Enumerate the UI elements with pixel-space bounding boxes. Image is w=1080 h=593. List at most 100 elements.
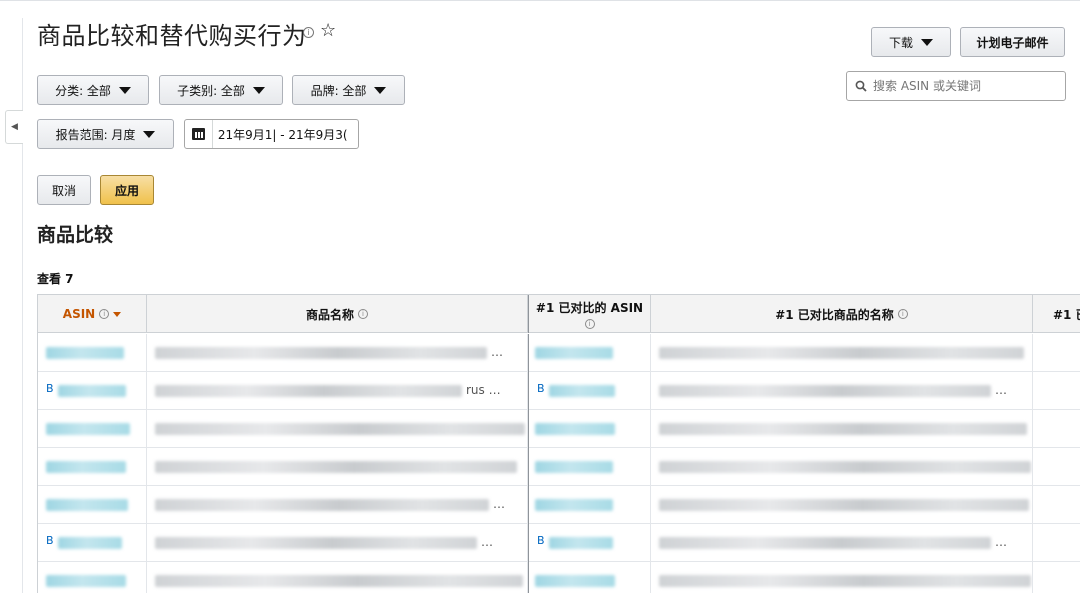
view-count: 查看 7 [37, 272, 74, 286]
compared-name-cell [651, 562, 1033, 593]
star-icon[interactable]: ☆ [320, 20, 336, 41]
asin-cell: B [38, 372, 147, 410]
product-name-cell [147, 448, 528, 486]
product-name-cell: … [147, 334, 528, 372]
caret-down-icon [374, 86, 387, 94]
compared-asin-link[interactable] [535, 461, 613, 473]
next-column-cell [1033, 562, 1080, 593]
compared-name-cell: … [651, 372, 1033, 410]
product-name-ellipsis: … [491, 345, 503, 359]
column-header-label: 商品名称 [305, 307, 354, 322]
comparison-table: ASIN i 商品名称 i #1 已对比的 ASIN i #1 已对比商品的名称… [37, 294, 1080, 593]
compared-name-cell [651, 448, 1033, 486]
compared-asin-cell: B [528, 524, 651, 562]
asin-link[interactable] [58, 385, 126, 397]
column-header-compared-name[interactable]: #1 已对比商品的名称 i [651, 295, 1033, 333]
table-body: … Brus … B…… B… B… [38, 334, 1080, 593]
product-name-text [155, 423, 525, 435]
report-range-label: 报告范围: 月度 [55, 127, 136, 142]
asin-link[interactable] [46, 575, 126, 587]
table-row[interactable] [38, 410, 1080, 448]
compared-name-text [659, 423, 1027, 435]
compared-asin-link[interactable] [535, 423, 615, 435]
asin-link[interactable] [46, 347, 124, 359]
asin-prefix: B [46, 382, 54, 395]
compared-asin-prefix: B [537, 382, 545, 395]
column-header-label: #1 已对比商品的名称 [775, 307, 894, 322]
compared-name-ellipsis: … [995, 535, 1007, 549]
calendar-button[interactable] [185, 120, 213, 148]
product-name-ellipsis: … [481, 535, 493, 549]
table-row[interactable]: … [38, 486, 1080, 524]
next-column-cell [1033, 372, 1080, 410]
table-row[interactable] [38, 448, 1080, 486]
subcategory-filter-label: 子类别: 全部 [177, 83, 245, 98]
column-header-label: #1 已对比的 ASIN [535, 301, 644, 315]
compared-name-text [659, 385, 991, 397]
compared-asin-link[interactable] [535, 347, 613, 359]
compared-asin-cell [528, 486, 651, 524]
info-icon[interactable]: i [99, 309, 110, 319]
product-name-ellipsis: rus … [466, 383, 501, 397]
compared-name-text [659, 347, 1024, 359]
date-range-value[interactable]: 21年9月1| - 21年9月3( [213, 126, 358, 143]
compared-asin-link[interactable] [535, 575, 615, 587]
brand-filter-label: 品牌: 全部 [310, 83, 367, 98]
info-icon[interactable]: i [584, 319, 595, 329]
report-range-dropdown[interactable]: 报告范围: 月度 [37, 119, 174, 149]
collapse-sidebar-button[interactable]: ◀ [5, 110, 23, 144]
compared-asin-link[interactable] [549, 537, 613, 549]
section-title: 商品比较 [37, 224, 114, 246]
compared-asin-link[interactable] [549, 385, 615, 397]
product-name-cell [147, 410, 528, 448]
product-name-ellipsis: … [493, 497, 505, 511]
brand-filter-dropdown[interactable]: 品牌: 全部 [292, 75, 405, 105]
info-icon[interactable]: i [897, 309, 908, 319]
calendar-icon [191, 128, 205, 140]
table-row[interactable] [38, 562, 1080, 593]
product-name-text [155, 385, 462, 397]
cancel-button[interactable]: 取消 [37, 175, 91, 205]
search-input[interactable] [873, 79, 1053, 93]
search-icon [855, 80, 867, 92]
download-label: 下载 [888, 35, 913, 50]
date-range-picker[interactable]: 21年9月1| - 21年9月3( [184, 119, 359, 149]
download-button[interactable]: 下载 [871, 27, 951, 57]
compared-name-cell [651, 334, 1033, 372]
table-row[interactable]: B… B… [38, 524, 1080, 562]
apply-button[interactable]: 应用 [100, 175, 154, 205]
column-header-compared-asin[interactable]: #1 已对比的 ASIN i [528, 295, 651, 333]
subcategory-filter-dropdown[interactable]: 子类别: 全部 [159, 75, 283, 105]
caret-down-icon [143, 130, 156, 138]
column-header-next[interactable]: #1 已 [1033, 295, 1080, 333]
asin-link[interactable] [58, 537, 122, 549]
schedule-email-button[interactable]: 计划电子邮件 [960, 27, 1065, 57]
product-name-cell: … [147, 524, 528, 562]
asin-link[interactable] [46, 423, 130, 435]
asin-cell [38, 448, 147, 486]
apply-label: 应用 [114, 183, 139, 198]
product-name-text [155, 537, 477, 549]
table-row[interactable]: Brus … B … [38, 372, 1080, 410]
info-icon[interactable]: i [303, 27, 314, 38]
product-name-text [155, 575, 523, 587]
search-field[interactable] [846, 71, 1066, 101]
compared-asin-link[interactable] [535, 499, 613, 511]
compared-name-cell [651, 486, 1033, 524]
column-header-label: ASIN [62, 307, 96, 321]
compared-asin-cell [528, 334, 651, 372]
info-icon[interactable]: i [358, 309, 368, 319]
asin-link[interactable] [46, 499, 128, 511]
asin-link[interactable] [46, 461, 126, 473]
column-header-asin[interactable]: ASIN i [38, 295, 147, 333]
next-column-cell [1033, 448, 1080, 486]
column-header-product-name[interactable]: 商品名称 i [147, 295, 528, 333]
table-row[interactable]: … [38, 334, 1080, 372]
caret-down-icon [118, 86, 131, 94]
table-header: ASIN i 商品名称 i #1 已对比的 ASIN i #1 已对比商品的名称… [38, 295, 1080, 333]
category-filter-label: 分类: 全部 [55, 83, 111, 98]
compared-asin-cell [528, 562, 651, 593]
category-filter-dropdown[interactable]: 分类: 全部 [37, 75, 149, 105]
next-column-cell [1033, 524, 1080, 562]
compared-name-text [659, 499, 1029, 511]
